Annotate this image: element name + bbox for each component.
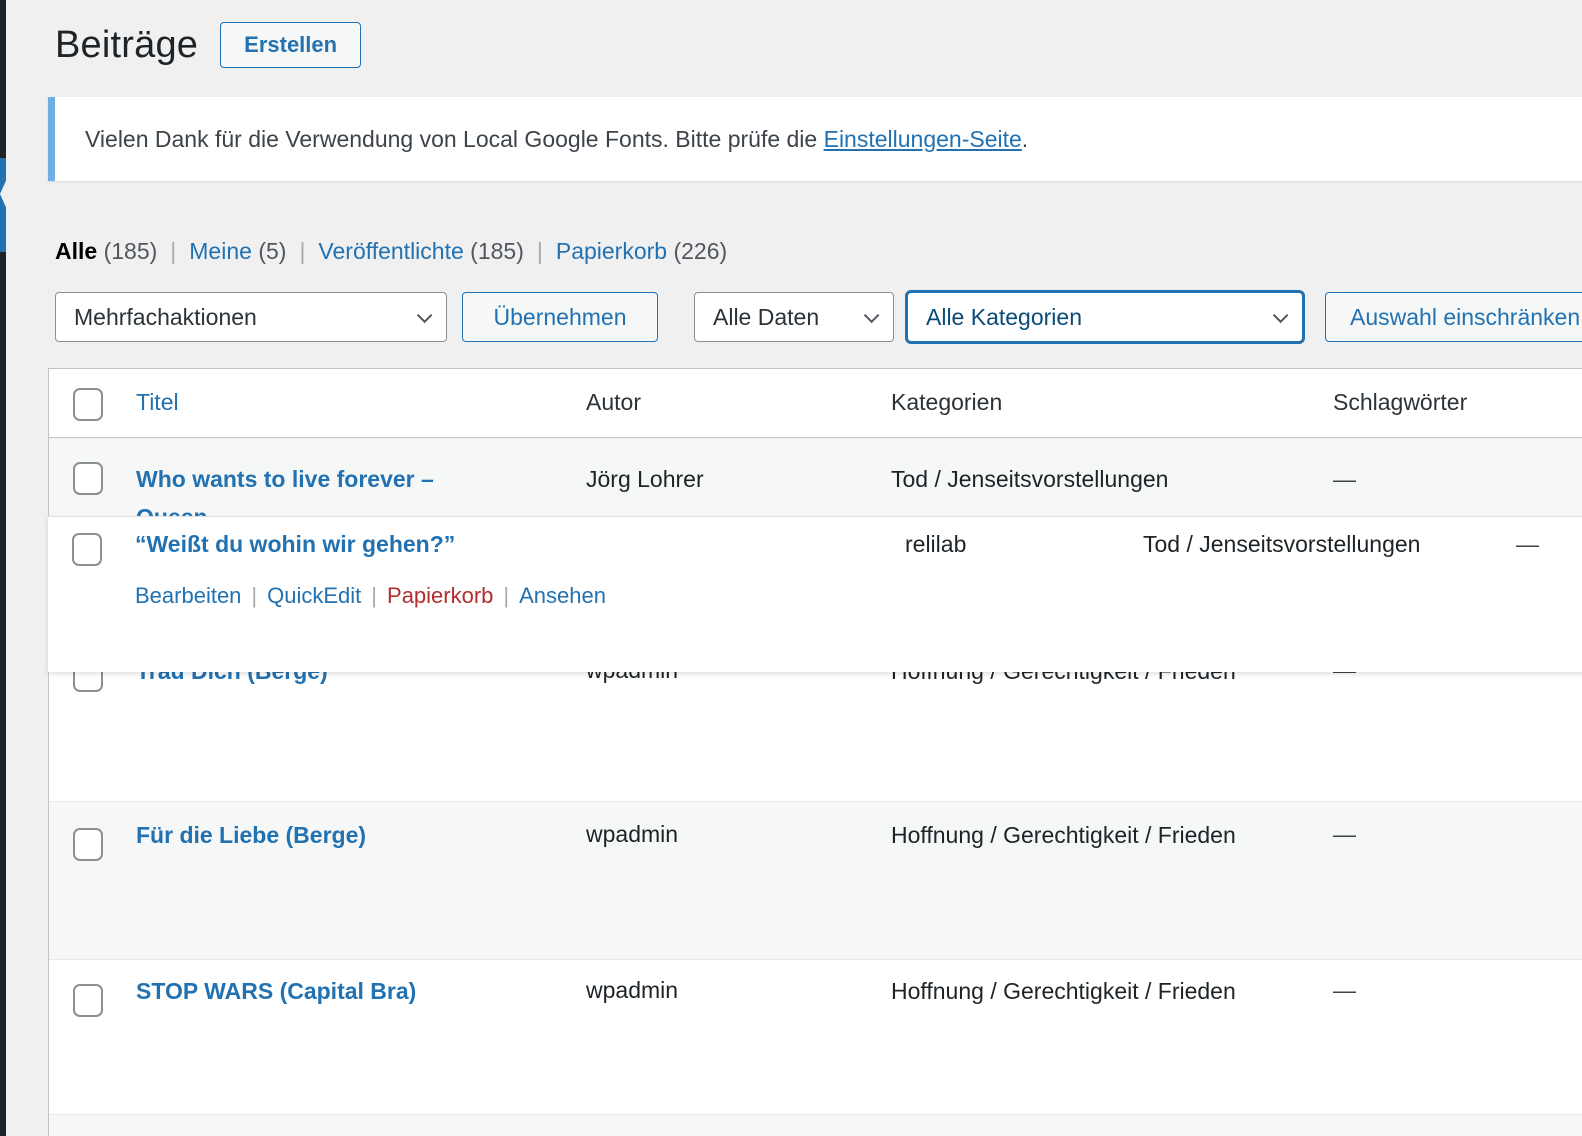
- action-separator: |: [493, 583, 519, 608]
- table-row: Für die Liebe (Berge) wpadmin Hoffnung /…: [49, 801, 1582, 959]
- filter-separator: |: [524, 238, 556, 265]
- table-row: STOP WARS (Capital Bra) wpadmin Hoffnung…: [49, 959, 1582, 1114]
- table-row: Who wants to live forever – Queen Jörg L…: [49, 438, 1582, 518]
- page-header: Beiträge Erstellen: [55, 22, 361, 68]
- tags-empty-dash: —: [1516, 531, 1539, 558]
- notice-text-after: .: [1022, 126, 1028, 152]
- table-row: [49, 1114, 1582, 1136]
- posts-admin-page: Beiträge Erstellen Vielen Dank für die V…: [0, 0, 1582, 1136]
- page-title: Beiträge: [55, 24, 198, 67]
- date-filter-select[interactable]: Alle Daten: [694, 292, 894, 342]
- author-link[interactable]: wpadmin: [586, 977, 678, 1004]
- categories-link[interactable]: Tod / Jenseitsvorstellungen: [1143, 531, 1420, 558]
- settings-page-link[interactable]: Einstellungen-Seite: [824, 126, 1022, 152]
- tags-empty-dash: —: [1333, 977, 1356, 1004]
- action-bearbeiten-link[interactable]: Bearbeiten: [135, 583, 241, 608]
- posts-table: Titel Autor Kategorien Schlagwörter Who …: [48, 368, 1582, 1136]
- categories-link[interactable]: Hoffnung / Gerechtigkeit / Frieden: [891, 972, 1236, 1010]
- row-checkbox[interactable]: [72, 533, 102, 566]
- filter-link-meine[interactable]: Meine (5): [189, 238, 286, 265]
- action-separator: |: [361, 583, 387, 608]
- author-link[interactable]: relilab: [905, 531, 966, 558]
- chevron-down-icon: [864, 307, 880, 323]
- categories-link[interactable]: Tod / Jenseitsvorstellungen: [891, 460, 1236, 498]
- action-ansehen-link[interactable]: Ansehen: [519, 583, 606, 608]
- filter-separator: |: [286, 238, 318, 265]
- action-papierkorb-link[interactable]: Papierkorb: [387, 583, 493, 608]
- table-header-row: Titel Autor Kategorien Schlagwörter: [49, 369, 1582, 438]
- post-title-link[interactable]: STOP WARS (Capital Bra): [136, 972, 566, 1010]
- filter-button[interactable]: Auswahl einschränken: [1325, 292, 1582, 342]
- author-link[interactable]: wpadmin: [586, 821, 678, 848]
- post-title-link[interactable]: Für die Liebe (Berge): [136, 816, 566, 854]
- categories-link[interactable]: Hoffnung / Gerechtigkeit / Frieden: [891, 816, 1236, 854]
- filter-link-alle[interactable]: Alle (185): [55, 238, 157, 265]
- chevron-down-icon: [1273, 307, 1289, 323]
- select-all-checkbox[interactable]: [73, 388, 103, 421]
- tags-empty-dash: —: [1333, 466, 1356, 493]
- apply-button[interactable]: Übernehmen: [462, 292, 658, 342]
- column-header-titel: Titel: [136, 389, 179, 416]
- post-title-link[interactable]: Who wants to live forever –: [136, 460, 566, 498]
- notice-banner: Vielen Dank für die Verwendung von Local…: [48, 97, 1582, 181]
- action-separator: |: [241, 583, 267, 608]
- row-actions: Bearbeiten|QuickEdit|Papierkorb|Ansehen: [135, 583, 606, 609]
- filter-link-papierkorb[interactable]: Papierkorb (226): [556, 238, 727, 265]
- post-status-filters: Alle (185) | Meine (5) | Veröffentlichte…: [55, 238, 727, 265]
- filter-link-veroeffentlichte[interactable]: Veröffentlichte (185): [318, 238, 523, 265]
- bulk-actions-value: Mehrfachaktionen: [74, 304, 257, 331]
- category-filter-select[interactable]: Alle Kategorien: [905, 290, 1305, 344]
- post-title-link[interactable]: “Weißt du wohin wir gehen?”: [135, 525, 775, 563]
- notice-text: Vielen Dank für die Verwendung von Local…: [55, 126, 1028, 153]
- action-quickedit-link[interactable]: QuickEdit: [267, 583, 361, 608]
- chevron-down-icon: [417, 307, 433, 323]
- column-header-schlagwoerter: Schlagwörter: [1333, 389, 1467, 416]
- notice-text-before: Vielen Dank für die Verwendung von Local…: [85, 126, 824, 152]
- row-checkbox[interactable]: [73, 828, 103, 861]
- filter-separator: |: [157, 238, 189, 265]
- dragged-row-card: “Weißt du wohin wir gehen?” relilab Tod …: [48, 517, 1582, 672]
- create-post-button[interactable]: Erstellen: [220, 22, 361, 68]
- admin-menu-edge: [0, 0, 6, 1136]
- column-header-kategorien: Kategorien: [891, 389, 1002, 416]
- menu-arrow-icon: [0, 174, 9, 214]
- date-filter-value: Alle Daten: [713, 304, 819, 331]
- sort-titel-link[interactable]: Titel: [136, 389, 179, 415]
- column-header-autor: Autor: [586, 389, 641, 416]
- post-title-cell: “Weißt du wohin wir gehen?”: [135, 525, 775, 563]
- row-checkbox[interactable]: [73, 462, 103, 495]
- post-title-cell: STOP WARS (Capital Bra): [136, 972, 566, 1010]
- bulk-actions-select[interactable]: Mehrfachaktionen: [55, 292, 447, 342]
- author-link[interactable]: Jörg Lohrer: [586, 466, 704, 493]
- row-checkbox[interactable]: [73, 984, 103, 1017]
- tags-empty-dash: —: [1333, 821, 1356, 848]
- post-title-cell: Für die Liebe (Berge): [136, 816, 566, 854]
- category-filter-value: Alle Kategorien: [926, 304, 1082, 331]
